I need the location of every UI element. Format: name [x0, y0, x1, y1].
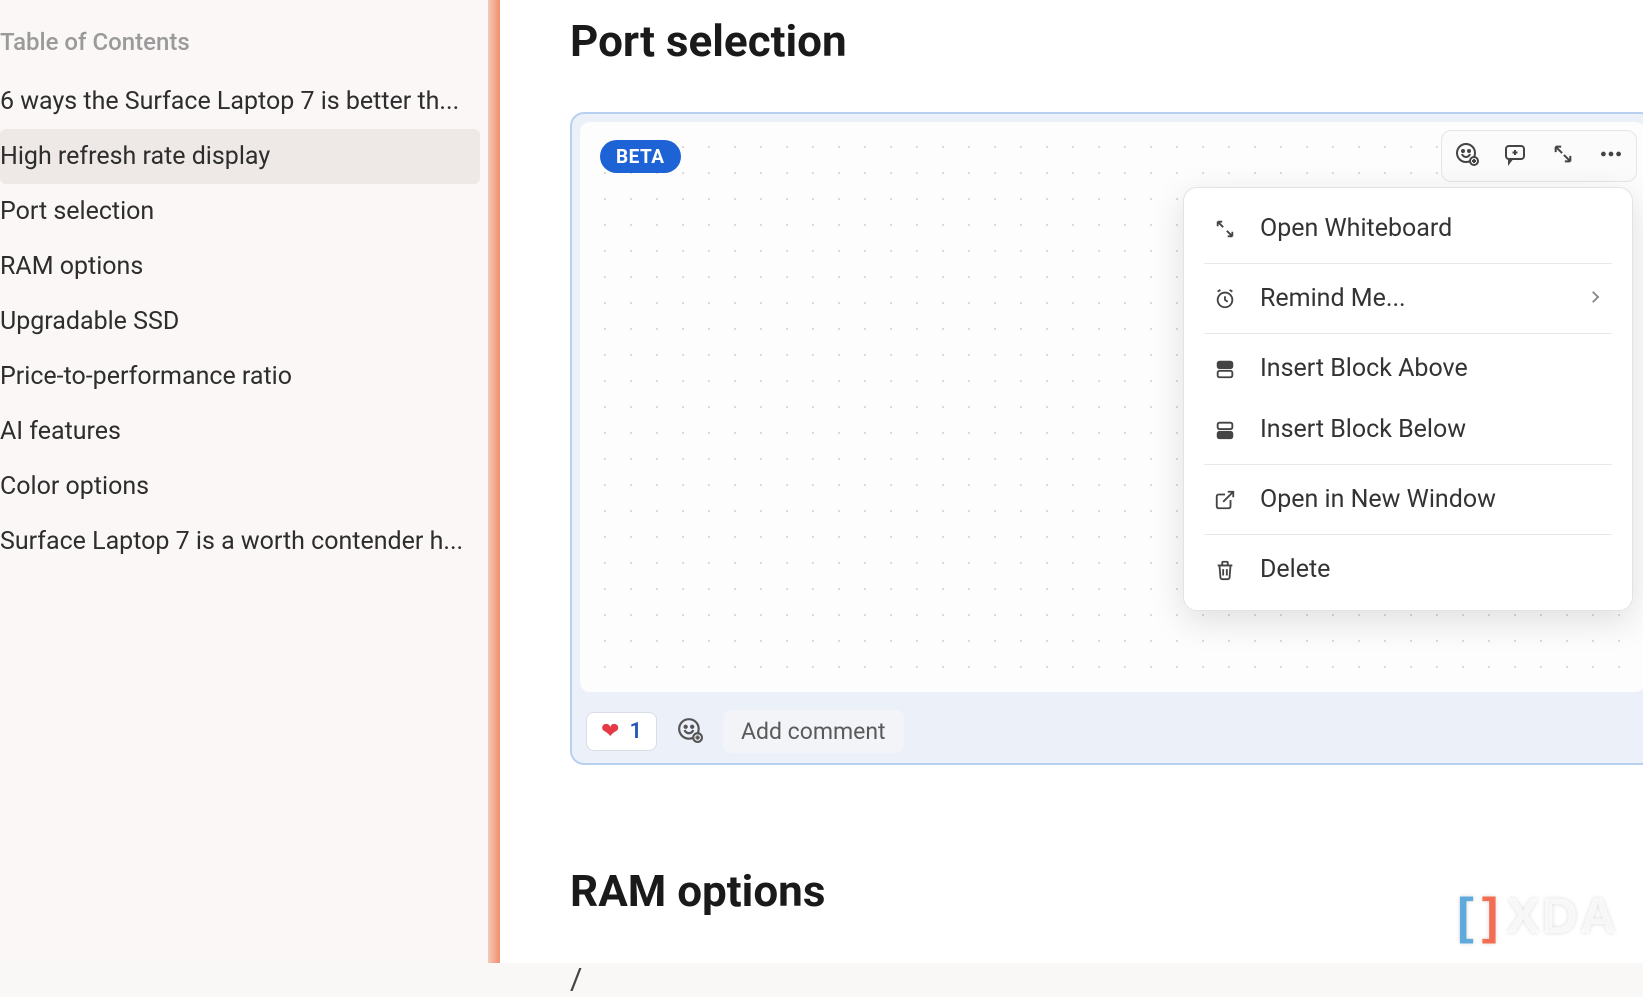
add-comment-button[interactable]: Add comment — [723, 710, 904, 753]
block-context-menu: Open Whiteboard Remind Me... — [1183, 187, 1633, 611]
block-footer: ❤ 1 Add comment — [572, 700, 1643, 763]
toc-item[interactable]: Surface Laptop 7 is a worth contender h.… — [0, 514, 480, 569]
toc-title: Table of Contents — [0, 20, 500, 74]
alarm-clock-icon — [1212, 286, 1238, 312]
toc-item[interactable]: Upgradable SSD — [0, 294, 480, 349]
add-reaction-button[interactable] — [1448, 137, 1486, 175]
xda-watermark: []XDA — [1457, 887, 1618, 945]
toc-item[interactable]: Price-to-performance ratio — [0, 349, 480, 404]
toc-item[interactable]: Port selection — [0, 184, 480, 239]
whiteboard-canvas[interactable]: BETA — [580, 122, 1643, 692]
menu-divider — [1204, 333, 1612, 334]
reaction-chip[interactable]: ❤ 1 — [586, 712, 657, 751]
toc-item[interactable]: Color options — [0, 459, 480, 514]
beta-badge: BETA — [600, 140, 681, 173]
more-options-button[interactable] — [1592, 137, 1630, 175]
toc-item[interactable]: High refresh rate display — [0, 129, 480, 184]
slash-command-trigger[interactable]: / — [570, 962, 1643, 997]
section-heading-port-selection: Port selection — [570, 15, 1643, 67]
expand-button[interactable] — [1544, 137, 1582, 175]
add-comment-button[interactable] — [1496, 137, 1534, 175]
block-toolbar — [1441, 130, 1637, 182]
menu-label: Remind Me... — [1260, 284, 1406, 313]
menu-divider — [1204, 263, 1612, 264]
insert-below-icon — [1212, 417, 1238, 443]
table-of-contents-sidebar: Table of Contents 6 ways the Surface Lap… — [0, 0, 500, 963]
menu-divider — [1204, 534, 1612, 535]
comment-plus-icon — [1503, 142, 1527, 170]
trash-icon — [1212, 557, 1238, 583]
menu-label: Open in New Window — [1260, 485, 1496, 514]
toc-item[interactable]: 6 ways the Surface Laptop 7 is better th… — [0, 74, 480, 129]
toc-item[interactable]: AI features — [0, 404, 480, 459]
smiley-plus-icon — [677, 717, 703, 747]
insert-above-icon — [1212, 356, 1238, 382]
menu-label: Insert Block Above — [1260, 354, 1468, 383]
menu-label: Open Whiteboard — [1260, 214, 1452, 243]
heart-icon: ❤ — [601, 719, 619, 744]
whiteboard-block[interactable]: BETA — [570, 112, 1643, 765]
menu-label: Insert Block Below — [1260, 415, 1466, 444]
smiley-plus-icon — [1455, 142, 1479, 170]
menu-divider — [1204, 464, 1612, 465]
menu-item-insert-above[interactable]: Insert Block Above — [1184, 338, 1632, 399]
more-horizontal-icon — [1598, 141, 1624, 171]
menu-item-delete[interactable]: Delete — [1184, 539, 1632, 600]
chevron-right-icon — [1586, 284, 1604, 313]
menu-item-open-whiteboard[interactable]: Open Whiteboard — [1184, 198, 1632, 259]
external-link-icon — [1212, 487, 1238, 513]
add-reaction-button[interactable] — [669, 711, 711, 753]
main-content: Port selection BETA — [500, 0, 1643, 963]
toc-item[interactable]: RAM options — [0, 239, 480, 294]
menu-item-insert-below[interactable]: Insert Block Below — [1184, 399, 1632, 460]
menu-label: Delete — [1260, 555, 1330, 584]
reaction-count: 1 — [629, 719, 642, 744]
expand-diagonal-icon — [1212, 216, 1238, 242]
menu-item-open-new-window[interactable]: Open in New Window — [1184, 469, 1632, 530]
expand-diagonal-icon — [1552, 143, 1574, 169]
menu-item-remind-me[interactable]: Remind Me... — [1184, 268, 1632, 329]
